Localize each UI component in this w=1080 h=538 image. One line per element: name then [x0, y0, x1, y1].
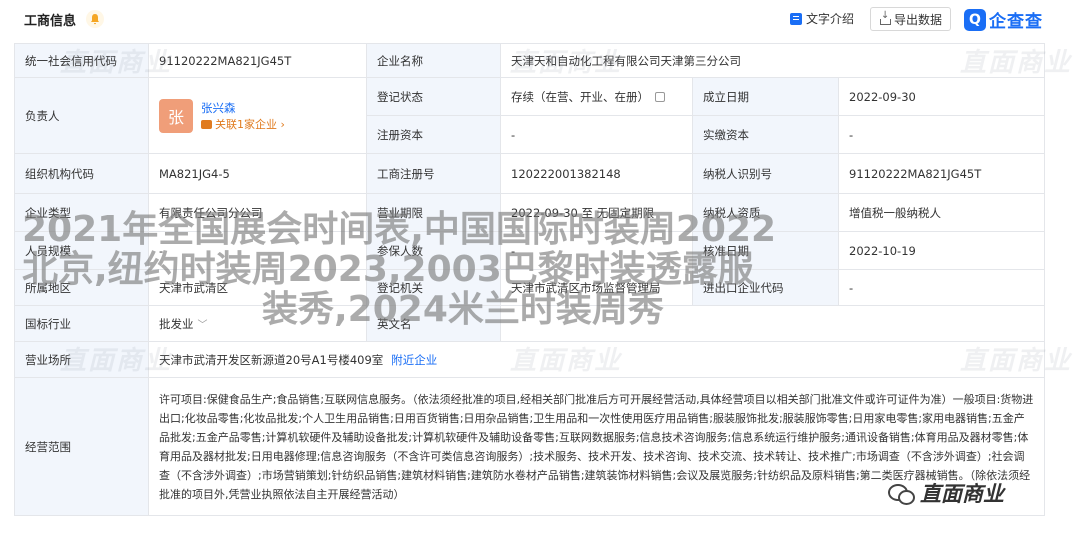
- taxpayer-id-value: 91120222MA821JG45T: [837, 153, 1046, 194]
- table-row: 负责人 张 张兴森 关联1家企业 › 登记状态 存续（在营、开业、在册） 成立日…: [14, 77, 1046, 154]
- approval-date-value: 2022-10-19: [837, 231, 1046, 270]
- insured-count-key: 参保人数: [366, 231, 501, 270]
- industry-value: 批发业: [159, 316, 194, 331]
- address-value: 天津市武清开发区新源道20号A1号楼409室: [159, 352, 384, 367]
- region-key: 所属地区: [14, 269, 149, 306]
- paid-capital-value: -: [837, 115, 1046, 154]
- related-icon: [201, 120, 212, 129]
- brand-mark-icon: Q: [964, 8, 986, 31]
- download-icon: [879, 10, 891, 25]
- reg-number-value: 120222001382148: [500, 153, 693, 194]
- taxpayer-id-key: 纳税人识别号: [692, 153, 839, 194]
- status-value: 存续（在营、开业、在册）: [511, 89, 649, 104]
- registered-capital-key: 注册资本: [366, 115, 501, 154]
- table-row: 所属地区 天津市武清区 登记机关 天津市武清区市场监督管理局 进出口企业代码 -: [14, 269, 1046, 306]
- wechat-watermark: 直面商业: [888, 478, 1004, 508]
- nearby-companies-link[interactable]: 附近企业: [391, 353, 437, 367]
- wechat-account-name: 直面商业: [920, 482, 1004, 506]
- section-title: 工商信息: [24, 14, 77, 29]
- credit-code-key: 统一社会信用代码: [14, 43, 149, 78]
- status-key: 登记状态: [366, 77, 501, 116]
- wechat-icon: [888, 482, 915, 505]
- text-intro-button[interactable]: 文字介绍: [790, 10, 854, 27]
- legal-person-cell: 张 张兴森 关联1家企业 ›: [148, 77, 367, 154]
- business-term-value: 2022-09-30 至 无固定期限: [500, 193, 693, 232]
- text-intro-label: 文字介绍: [806, 12, 855, 26]
- company-type-key: 企业类型: [14, 193, 149, 232]
- founded-date-key: 成立日期: [692, 77, 839, 116]
- import-export-code-key: 进出口企业代码: [692, 269, 839, 306]
- taxpayer-qual-value: 增值税一般纳税人: [837, 193, 1046, 232]
- table-row: 组织机构代码 MA821JG4-5 工商注册号 120222001382148 …: [14, 153, 1046, 194]
- industry-key: 国标行业: [14, 305, 149, 342]
- document-icon: [790, 12, 802, 25]
- table-row: 国标行业 批发业 ﹀ 英文名: [14, 305, 1046, 342]
- copy-icon[interactable]: [655, 91, 665, 102]
- address-value-cell: 天津市武清开发区新源道20号A1号楼409室 附近企业: [147, 341, 1046, 378]
- staff-size-key: 人员规模: [14, 231, 149, 270]
- table-row: 营业场所 天津市武清开发区新源道20号A1号楼409室 附近企业: [14, 341, 1046, 378]
- approval-date-key: 核准日期: [692, 231, 839, 270]
- chevron-down-icon: ﹀: [197, 319, 208, 331]
- legal-person-key: 负责人: [14, 77, 149, 154]
- english-name-key: 英文名: [366, 305, 501, 342]
- status-value-cell: 存续（在营、开业、在册）: [500, 77, 693, 116]
- header-bar: 工商信息 文字介绍 导出数据 Q 企查查: [0, 0, 1080, 38]
- registration-authority-key: 登记机关: [366, 269, 501, 306]
- brand-name: 企查查: [989, 12, 1043, 32]
- insured-count-value: -: [500, 231, 693, 270]
- business-scope-key: 经营范围: [14, 377, 149, 516]
- taxpayer-qual-key: 纳税人资质: [692, 193, 839, 232]
- avatar[interactable]: 张: [159, 98, 193, 133]
- reg-number-key: 工商注册号: [366, 153, 501, 194]
- business-info-table: 统一社会信用代码 91120222MA821JG45T 企业名称 天津天和自动化…: [14, 43, 1046, 516]
- brand-logo: Q 企查查: [964, 7, 1043, 32]
- english-name-value: [499, 305, 1046, 342]
- org-code-key: 组织机构代码: [14, 153, 149, 194]
- paid-capital-key: 实缴资本: [692, 115, 839, 154]
- company-name-value: 天津天和自动化工程有限公司天津第三分公司: [499, 43, 1046, 78]
- person-name-link[interactable]: 张兴森: [201, 99, 285, 117]
- registration-authority-value: 天津市武清区市场监督管理局: [500, 269, 693, 306]
- staff-size-value: -: [148, 231, 367, 270]
- founded-date-value: 2022-09-30: [837, 77, 1046, 116]
- business-term-key: 营业期限: [366, 193, 501, 232]
- import-export-code-value: -: [837, 269, 1046, 306]
- company-name-key: 企业名称: [366, 43, 501, 78]
- export-data-label: 导出数据: [894, 12, 943, 27]
- related-companies-label: 关联1家企业 ›: [215, 117, 285, 131]
- bell-icon[interactable]: [86, 10, 104, 28]
- org-code-value: MA821JG4-5: [148, 153, 367, 194]
- registered-capital-value: -: [500, 115, 693, 154]
- table-row: 企业类型 有限责任公司分公司 营业期限 2022-09-30 至 无固定期限 纳…: [14, 193, 1046, 232]
- table-row: 统一社会信用代码 91120222MA821JG45T 企业名称 天津天和自动化…: [14, 43, 1046, 78]
- export-data-button[interactable]: 导出数据: [870, 7, 952, 31]
- company-type-value: 有限责任公司分公司: [148, 193, 367, 232]
- related-companies-link[interactable]: 关联1家企业 ›: [201, 117, 285, 133]
- region-value: 天津市武清区: [148, 269, 367, 306]
- industry-value-cell[interactable]: 批发业 ﹀: [148, 305, 367, 342]
- table-row: 人员规模 - 参保人数 - 核准日期 2022-10-19: [14, 231, 1046, 270]
- credit-code-value: 91120222MA821JG45T: [148, 43, 367, 78]
- address-key: 营业场所: [14, 341, 149, 378]
